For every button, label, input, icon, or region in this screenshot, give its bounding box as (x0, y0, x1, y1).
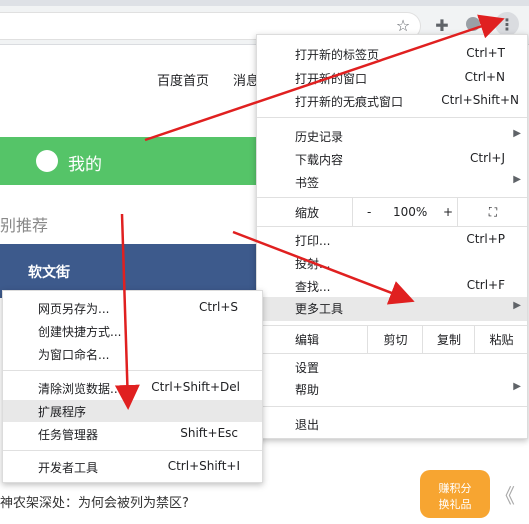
edit-paste-button[interactable]: 粘贴 (474, 325, 528, 353)
menu-label: 编辑 (295, 333, 320, 347)
menu-label: 开发者工具 (38, 461, 99, 475)
menu-shortcut: Ctrl+T (466, 46, 505, 60)
site-logo: 软文街 (28, 265, 70, 281)
menu-find[interactable]: 查找... Ctrl+F (257, 275, 527, 297)
menu-divider (3, 370, 262, 371)
my-label: 我的 (68, 155, 102, 175)
zoom-level: 100% (393, 205, 428, 219)
submenu-clear-data[interactable]: 清除浏览数据... Ctrl+Shift+Del (3, 377, 262, 399)
fullscreen-icon[interactable]: ⛶ (457, 198, 528, 226)
menu-label: 打开新的窗口 (295, 72, 368, 86)
menu-shortcut: Ctrl+N (464, 70, 505, 84)
zoom-out-button[interactable]: - (367, 205, 371, 219)
menu-divider (257, 226, 527, 227)
menu-shortcut: Ctrl+S (198, 300, 238, 314)
menu-label: 下载内容 (295, 153, 344, 167)
menu-shortcut: Ctrl+P (466, 232, 505, 246)
reward-badge[interactable]: 赚积分 换礼品 (420, 470, 490, 518)
menu-new-incognito[interactable]: 打开新的无痕式窗口 Ctrl+Shift+N (257, 90, 527, 112)
menu-label: 退出 (295, 418, 320, 432)
menu-label: 打印... (295, 234, 331, 248)
article-title[interactable]: 神农架深处：为何会被列为禁区? (0, 492, 189, 511)
menu-new-window[interactable]: 打开新的窗口 Ctrl+N (257, 67, 527, 89)
chrome-main-menu: 打开新的标签页 Ctrl+T 打开新的窗口 Ctrl+N 打开新的无痕式窗口 Ctrl… (256, 34, 528, 439)
menu-more-tools[interactable]: 更多工具 ▶ (257, 297, 527, 321)
submenu-arrow-icon: ▶ (513, 128, 521, 139)
menu-new-tab[interactable]: 打开新的标签页 Ctrl+T (257, 43, 527, 65)
menu-label: 设置 (295, 361, 320, 375)
menu-help[interactable]: 帮助 ▶ (257, 378, 527, 400)
menu-edit: 编辑 剪切 复制 粘贴 (257, 325, 527, 353)
menu-bookmarks[interactable]: 书签 ▶ (257, 171, 527, 193)
menu-cast[interactable]: 投射... (257, 252, 527, 274)
menu-shortcut: Ctrl+Shift+N (441, 93, 519, 107)
nav-baidu-home[interactable]: 百度首页 (157, 70, 209, 89)
kebab-icon[interactable]: ⋮ (495, 12, 519, 36)
submenu-arrow-icon: ▶ (513, 174, 521, 185)
submenu-arrow-icon: ▶ (513, 381, 521, 392)
menu-label: 更多工具 (295, 302, 344, 316)
submenu-extensions[interactable]: 扩展程序 (3, 400, 262, 422)
more-tools-submenu: 网页另存为... Ctrl+S 创建快捷方式... 为窗口命名... 清除浏览数据… (2, 290, 263, 483)
recommend-heading: 别推荐 (0, 216, 49, 235)
zoom-controls: - 100% + (352, 198, 458, 226)
menu-divider (257, 406, 527, 407)
menu-divider (257, 353, 527, 354)
zoom-in-button[interactable]: + (443, 205, 453, 219)
menu-label: 书签 (295, 176, 320, 190)
menu-label: 创建快捷方式... (38, 325, 122, 339)
menu-label: 网页另存为... (38, 302, 110, 316)
menu-label: 清除浏览数据... (38, 382, 122, 396)
menu-label: 扩展程序 (38, 405, 87, 419)
user-icon (36, 150, 58, 172)
edit-cut-button[interactable]: 剪切 (367, 325, 423, 353)
tab-strip (0, 0, 529, 6)
menu-shortcut: Ctrl+F (466, 278, 505, 292)
submenu-arrow-icon: ▶ (513, 300, 521, 311)
menu-divider (257, 117, 527, 118)
menu-print[interactable]: 打印... Ctrl+P (257, 229, 527, 251)
submenu-save-page[interactable]: 网页另存为... Ctrl+S (3, 297, 262, 319)
menu-divider (3, 450, 262, 451)
submenu-task-manager[interactable]: 任务管理器 Shift+Esc (3, 423, 262, 445)
submenu-name-window[interactable]: 为窗口命名... (3, 343, 262, 365)
menu-zoom: 缩放 - 100% + ⛶ (257, 198, 527, 226)
menu-settings[interactable]: 设置 (257, 356, 527, 378)
menu-exit[interactable]: 退出 (257, 413, 527, 435)
reward-badge-label: 赚积分 换礼品 (438, 482, 472, 511)
collapse-chevron-icon[interactable]: 《 (495, 480, 515, 509)
menu-shortcut: Ctrl+Shift+I (167, 459, 240, 473)
profile-avatar[interactable] (466, 17, 480, 31)
menu-label: 查找... (295, 280, 331, 294)
menu-downloads[interactable]: 下载内容 Ctrl+J (257, 148, 527, 170)
menu-history[interactable]: 历史记录 ▶ (257, 125, 527, 147)
menu-shortcut: Ctrl+J (470, 151, 505, 165)
menu-label: 投射... (295, 257, 331, 271)
menu-label: 历史记录 (295, 130, 344, 144)
menu-label: 帮助 (295, 383, 320, 397)
menu-label: 为窗口命名... (38, 348, 110, 362)
menu-label: 任务管理器 (38, 428, 99, 442)
menu-label: 打开新的无痕式窗口 (295, 95, 404, 109)
menu-label: 打开新的标签页 (295, 48, 380, 62)
submenu-dev-tools[interactable]: 开发者工具 Ctrl+Shift+I (3, 456, 262, 478)
menu-label: 缩放 (295, 206, 320, 220)
menu-shortcut: Shift+Esc (180, 426, 238, 440)
edit-copy-button[interactable]: 复制 (422, 325, 475, 353)
submenu-create-shortcut[interactable]: 创建快捷方式... (3, 320, 262, 342)
menu-shortcut: Ctrl+Shift+Del (151, 380, 240, 394)
